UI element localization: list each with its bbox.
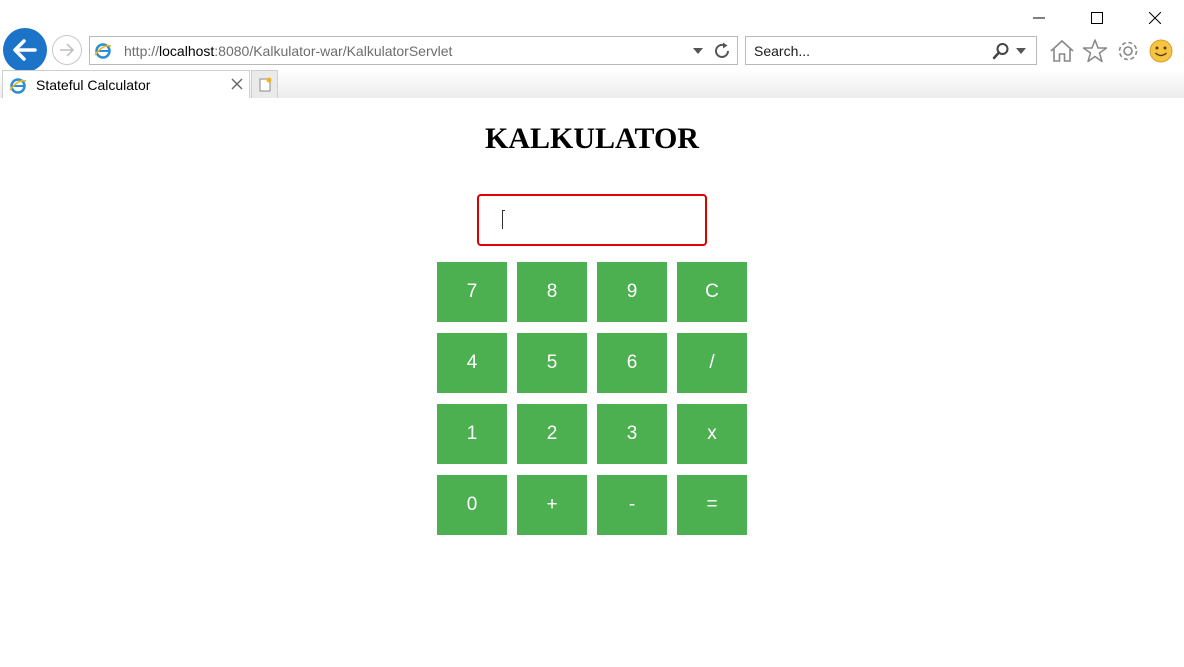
address-url[interactable]: http://localhost:8080/Kalkulator-war/Kal… bbox=[124, 43, 452, 59]
new-tab-icon bbox=[259, 77, 271, 91]
key-3[interactable]: 3 bbox=[597, 404, 667, 464]
key-0[interactable]: 0 bbox=[437, 475, 507, 535]
key-1[interactable]: 1 bbox=[437, 404, 507, 464]
star-icon bbox=[1082, 39, 1108, 63]
new-tab-button[interactable] bbox=[251, 70, 278, 98]
browser-window: http://localhost:8080/Kalkulator-war/Kal… bbox=[0, 0, 1184, 667]
key-6[interactable]: 6 bbox=[597, 333, 667, 393]
navigation-bar: http://localhost:8080/Kalkulator-war/Kal… bbox=[0, 28, 1184, 72]
address-bar[interactable]: http://localhost:8080/Kalkulator-war/Kal… bbox=[89, 36, 738, 65]
home-icon bbox=[1050, 39, 1074, 62]
url-prefix: http:// bbox=[124, 43, 160, 59]
key-equals[interactable]: = bbox=[677, 475, 747, 535]
search-chevron-down-icon[interactable] bbox=[1016, 48, 1026, 54]
settings-button[interactable] bbox=[1114, 37, 1142, 65]
toolbar-icons bbox=[1048, 37, 1175, 65]
key-8[interactable]: 8 bbox=[517, 262, 587, 322]
keypad: 7 8 9 C 4 5 6 / 1 2 3 x 0 + - = bbox=[437, 262, 747, 535]
key-clear[interactable]: C bbox=[677, 262, 747, 322]
key-multiply[interactable]: x bbox=[677, 404, 747, 464]
text-cursor bbox=[502, 210, 505, 229]
key-2[interactable]: 2 bbox=[517, 404, 587, 464]
minimize-icon bbox=[1033, 17, 1045, 19]
tab-title: Stateful Calculator bbox=[36, 77, 151, 93]
url-host: localhost bbox=[159, 43, 215, 59]
home-button[interactable] bbox=[1048, 37, 1076, 65]
chevron-down-icon[interactable] bbox=[693, 48, 703, 54]
forward-arrow-icon bbox=[60, 43, 75, 57]
ie-tab-icon bbox=[9, 78, 27, 94]
back-arrow-icon bbox=[13, 39, 37, 61]
ie-page-icon bbox=[94, 43, 112, 59]
close-icon bbox=[1149, 12, 1161, 24]
smiley-icon bbox=[1149, 39, 1173, 63]
key-9[interactable]: 9 bbox=[597, 262, 667, 322]
tab-bar: Stateful Calculator bbox=[0, 70, 1184, 98]
feedback-button[interactable] bbox=[1147, 37, 1175, 65]
search-icon[interactable] bbox=[992, 42, 1010, 60]
tab-close-icon[interactable] bbox=[231, 78, 243, 90]
search-box bbox=[745, 36, 1037, 65]
key-minus[interactable]: - bbox=[597, 475, 667, 535]
favorites-button[interactable] bbox=[1081, 37, 1109, 65]
maximize-icon bbox=[1091, 12, 1103, 24]
gear-icon bbox=[1118, 41, 1138, 61]
url-rest: :8080/Kalkulator-war/KalkulatorServlet bbox=[214, 43, 453, 59]
key-plus[interactable]: + bbox=[517, 475, 587, 535]
key-5[interactable]: 5 bbox=[517, 333, 587, 393]
refresh-icon[interactable] bbox=[712, 41, 732, 61]
key-7[interactable]: 7 bbox=[437, 262, 507, 322]
calculator-display-input[interactable] bbox=[477, 194, 707, 246]
key-divide[interactable]: / bbox=[677, 333, 747, 393]
search-input[interactable] bbox=[746, 37, 992, 64]
forward-button[interactable] bbox=[52, 35, 82, 65]
tab-stateful-calculator[interactable]: Stateful Calculator bbox=[2, 70, 250, 98]
back-button[interactable] bbox=[3, 28, 47, 72]
key-4[interactable]: 4 bbox=[437, 333, 507, 393]
page-content: KALKULATOR 7 8 9 C 4 5 6 / 1 2 3 x 0 + -… bbox=[0, 98, 1184, 667]
page-title: KALKULATOR bbox=[485, 122, 699, 155]
